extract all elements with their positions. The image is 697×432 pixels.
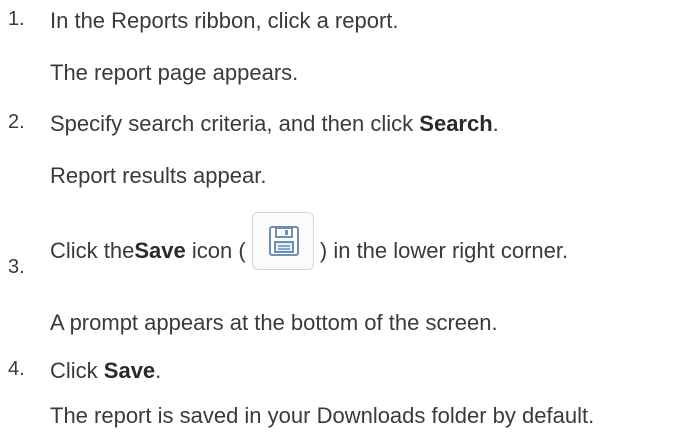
step-result: The report is saved in your Downloads fo… [50,403,595,428]
step-number: 4. [8,358,25,380]
search-keyword: Search [419,111,493,136]
step-number: 1. [8,8,25,30]
save-keyword: Save [103,358,156,383]
save-button-illustration [251,212,314,270]
step-number: 2. [8,111,25,133]
step-result: Report results appear. [50,163,267,188]
step-result: The report page appears. [50,60,299,85]
step-instruction: Specify search criteria, and then click … [50,111,499,136]
save-floppy-icon [268,226,299,256]
step-instruction: Click the Save icon ( ) in the lower rig… [50,212,568,270]
step-instruction: In the Reports ribbon, click a report. [50,8,399,33]
save-keyword: Save [134,238,186,263]
step-number: 3. [8,256,25,278]
step-instruction: Click Save. [50,358,162,383]
step-result: A prompt appears at the bottom of the sc… [50,310,498,335]
